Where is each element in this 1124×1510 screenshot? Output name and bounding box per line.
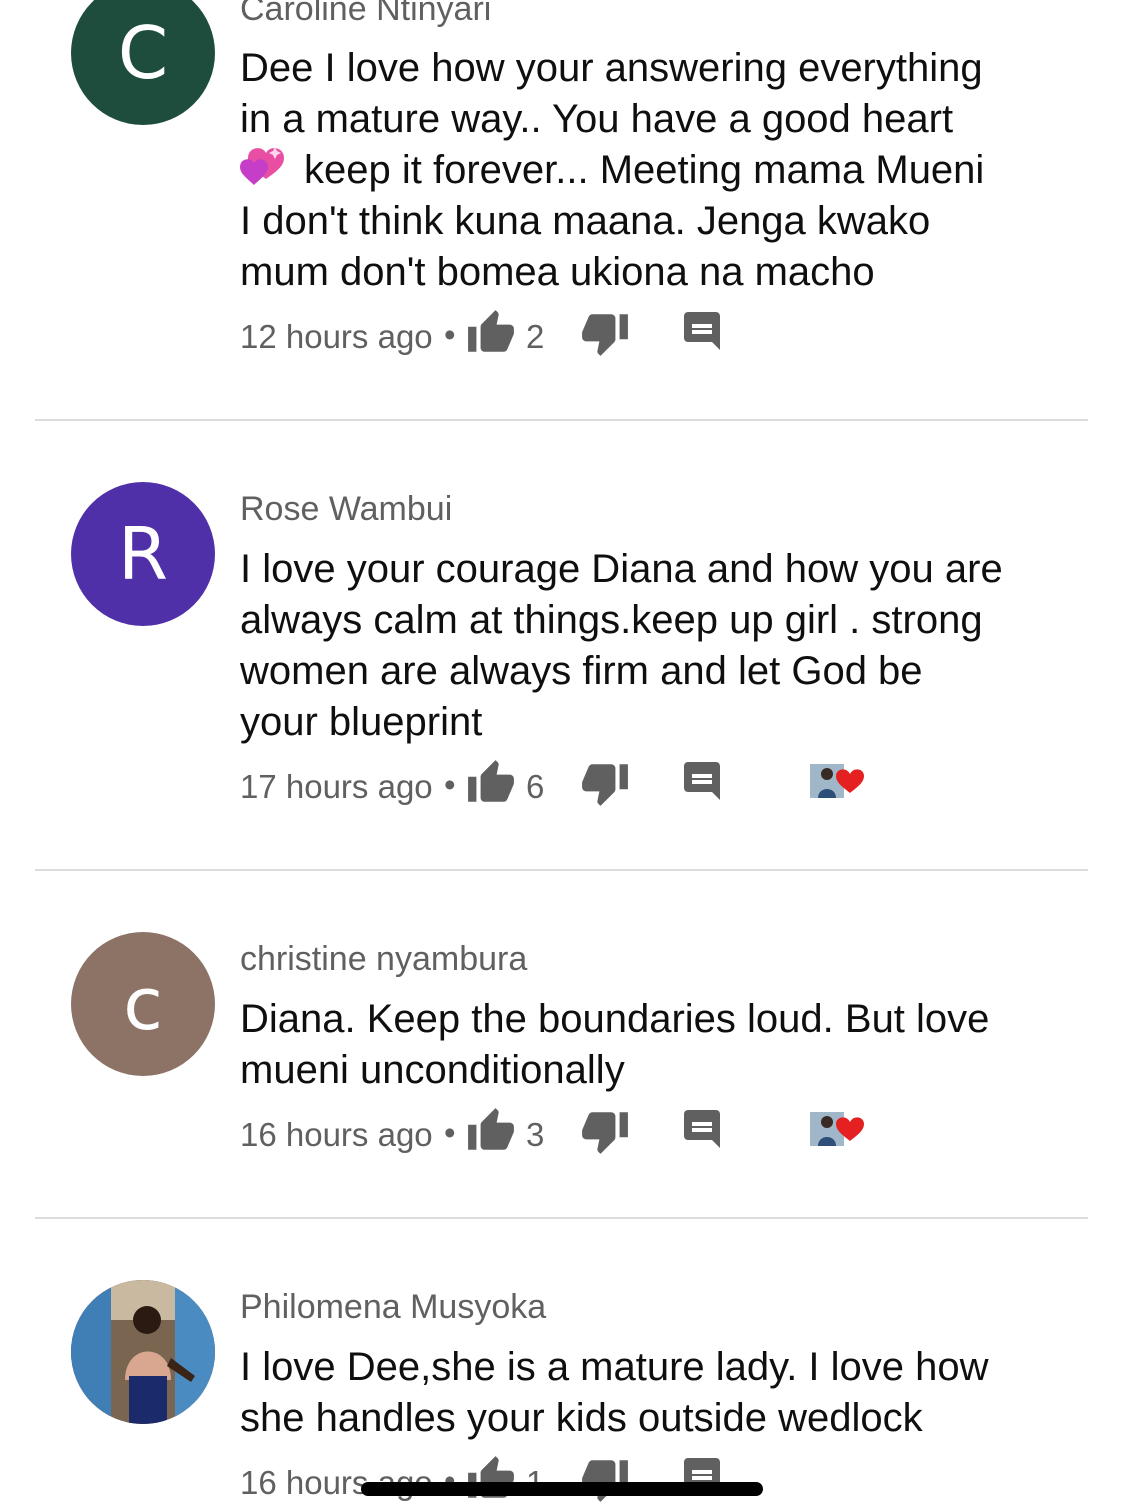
avatar[interactable] [71, 1280, 215, 1424]
comment-divider [35, 869, 1088, 871]
comment-line: mueni unconditionally [240, 1048, 625, 1092]
thumbs-up-icon[interactable] [466, 758, 516, 808]
creator-heart-icon [808, 1108, 868, 1148]
comment-time: 12 hours ago [240, 318, 433, 355]
reply-comment-icon[interactable] [678, 758, 726, 806]
like-count: 3 [526, 1116, 545, 1153]
avatar-letter: R [117, 512, 169, 596]
comment-author[interactable]: Caroline Ntinyari [240, 0, 491, 29]
comment-time: 17 hours ago [240, 768, 433, 805]
comment-actions: 16 hours ago • 3 [240, 1108, 1000, 1162]
comment-line-with-emoji: keep it forever... Meeting mama Mueni [240, 145, 1040, 196]
comment-line: in a mature way.. You have a good heart [240, 97, 954, 141]
separator-dot: • [444, 316, 456, 353]
comment-time: 16 hours ago [240, 1116, 433, 1153]
avatar-letter: C [117, 11, 169, 95]
avatar[interactable]: R [71, 482, 215, 626]
reply-comment-icon[interactable] [678, 1106, 726, 1154]
comment-author[interactable]: Rose Wambui [240, 490, 452, 529]
two-hearts-emoji [240, 145, 290, 189]
comment-line: I don't think kuna maana. Jenga kwako [240, 199, 931, 243]
reply-comment-icon[interactable] [678, 308, 726, 356]
comment-line: Dee I love how your answering everything [240, 46, 983, 90]
thumbs-up-icon[interactable] [466, 308, 516, 358]
like-count: 6 [526, 768, 545, 805]
comment-text: Diana. Keep the boundaries loud. But lov… [240, 994, 1040, 1096]
comment-line: women are always firm and let God be [240, 649, 923, 693]
comment-line: always calm at things.keep up girl . str… [240, 598, 983, 642]
avatar[interactable]: C [71, 0, 215, 125]
comment-divider [35, 1217, 1088, 1219]
profile-photo [71, 1280, 215, 1424]
comment-line: mum don't bomea ukiona na macho [240, 250, 875, 294]
comment-actions: 17 hours ago • 6 [240, 760, 1000, 814]
comment-author[interactable]: christine nyambura [240, 940, 527, 979]
comment-text: Dee I love how your answering everything… [240, 43, 1040, 298]
thumbs-up-icon[interactable] [466, 1106, 516, 1156]
comment-line-text: keep it forever... Meeting mama Mueni [304, 148, 985, 192]
thumbs-down-icon[interactable] [580, 1106, 630, 1156]
creator-heart-icon [808, 760, 868, 800]
comment-author[interactable]: Philomena Musyoka [240, 1288, 546, 1327]
comment-line: I love your courage Diana and how you ar… [240, 547, 1003, 591]
comment-line: Diana. Keep the boundaries loud. But lov… [240, 997, 990, 1041]
thumbs-down-icon[interactable] [580, 1454, 630, 1504]
comment-actions: 12 hours ago • 2 [240, 310, 1000, 364]
comment-divider [35, 419, 1088, 421]
comment-line: she handles your kids outside wedlock [240, 1396, 923, 1440]
separator-dot: • [444, 1114, 456, 1151]
comment-text: I love Dee,she is a mature lady. I love … [240, 1342, 1040, 1444]
comment-line: your blueprint [240, 700, 483, 744]
thumbs-down-icon[interactable] [580, 308, 630, 358]
like-count: 2 [526, 318, 545, 355]
comment-text: I love your courage Diana and how you ar… [240, 544, 1040, 748]
thumbs-down-icon[interactable] [580, 758, 630, 808]
comment-line: I love Dee,she is a mature lady. I love … [240, 1345, 989, 1389]
thumbs-up-icon[interactable] [466, 1454, 516, 1504]
separator-dot: • [444, 766, 456, 803]
avatar-letter: c [123, 962, 163, 1046]
avatar[interactable]: c [71, 932, 215, 1076]
